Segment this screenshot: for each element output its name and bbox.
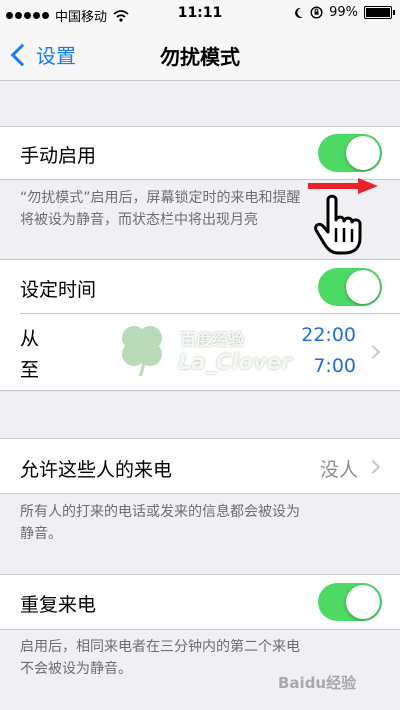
watermark-line1: 百度经验 [180, 330, 245, 349]
switch-knob [346, 585, 380, 619]
allow-calls-label: 允许这些人的来电 [20, 459, 173, 481]
baidu-watermark: Baidu经验 [278, 674, 357, 692]
battery-percent: 99% [329, 5, 358, 20]
navigation-bar: 设置 勿扰模式 [0, 28, 400, 81]
allow-calls-value: 没人 [319, 459, 358, 481]
scheduled-switch[interactable] [318, 268, 382, 306]
scheduled-label: 设定时间 [20, 279, 97, 301]
allow-calls-footer-line2: 静音。 [20, 526, 62, 542]
repeated-footer-line1: 启用后，相同来电者在三分钟内的第二个来电 [20, 639, 300, 655]
pointing-hand-icon [314, 194, 362, 255]
status-right: 99% [294, 5, 395, 20]
status-bar: 中国移动 11:11 99% [0, 0, 400, 28]
battery-fill [366, 8, 390, 17]
repeated-calls-row: 重复来电 [0, 574, 400, 630]
chevron-right-icon [365, 459, 381, 475]
allow-calls-row[interactable]: 允许这些人的来电 没人 [0, 438, 400, 494]
switch-knob [346, 136, 380, 170]
watermark-line2: La_Clover [178, 350, 292, 374]
repeated-calls-switch[interactable] [318, 583, 382, 621]
rotation-lock-icon [310, 6, 323, 19]
allow-calls-footer-line1: 所有人的打来的电话或发来的信息都会被设为 [20, 504, 300, 520]
battery-icon [364, 6, 395, 19]
moon-icon [295, 7, 304, 18]
manual-enable-switch[interactable] [318, 134, 382, 172]
page-title: 勿扰模式 [160, 45, 240, 69]
repeated-calls-label: 重复来电 [20, 594, 97, 616]
to-label: 至 [20, 359, 40, 381]
manual-enable-row: 手动启用 [0, 126, 400, 180]
clover-watermark-icon [122, 326, 162, 377]
from-time-value: 22:00 [301, 324, 356, 346]
manual-enable-label: 手动启用 [20, 145, 97, 167]
to-time-value: 7:00 [313, 355, 356, 377]
from-label: 从 [20, 328, 40, 350]
allow-calls-footer: 所有人的打来的电话或发来的信息都会被设为 静音。 [20, 501, 384, 545]
chevron-right-icon [365, 344, 381, 360]
switch-knob [346, 270, 380, 304]
